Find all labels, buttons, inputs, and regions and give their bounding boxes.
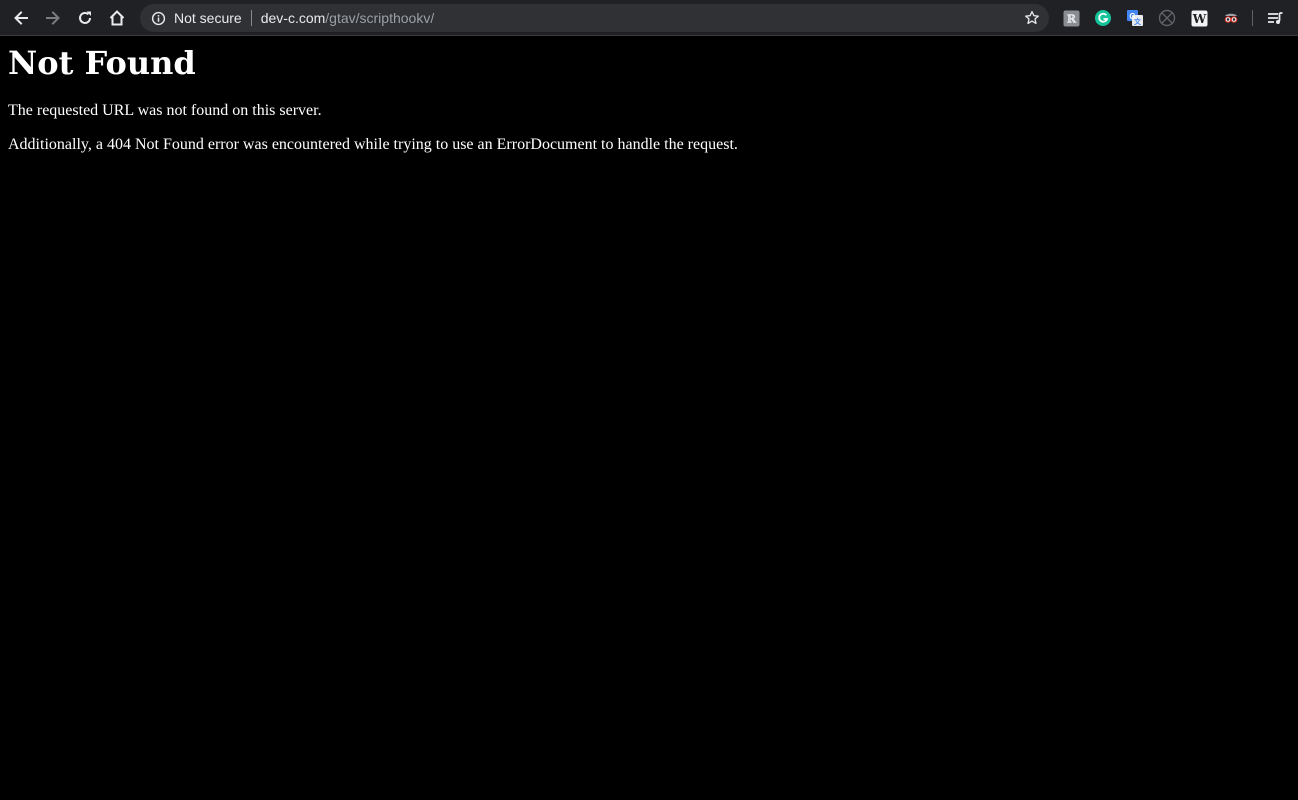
bookmark-star-icon[interactable] (1023, 9, 1041, 27)
page-content: Not Found The requested URL was not foun… (0, 36, 1298, 154)
arrow-right-icon (46, 11, 60, 25)
toolbar-divider (1252, 10, 1253, 26)
wikipedia-icon[interactable]: W (1190, 9, 1208, 27)
arrow-left-icon (14, 11, 28, 25)
address-bar[interactable]: Not secure dev-c.com/gtav/scripthookv/ (140, 4, 1049, 32)
error-message: The requested URL was not found on this … (8, 102, 322, 119)
svg-text:W: W (1191, 12, 1206, 26)
extension-icon[interactable]: ℝ (1062, 9, 1080, 27)
security-status-label[interactable]: Not secure (174, 10, 242, 26)
media-queue-icon[interactable] (1266, 9, 1284, 27)
google-translate-icon[interactable]: G 文 (1126, 9, 1144, 27)
url-path: /gtav/scripthookv/ (325, 10, 435, 26)
omnibox-divider (250, 10, 252, 26)
info-icon[interactable] (150, 10, 166, 26)
home-button[interactable] (105, 6, 129, 30)
additional-error-message: Additionally, a 404 Not Found error was … (8, 136, 738, 153)
back-button[interactable] (9, 6, 33, 30)
grammarly-icon[interactable] (1094, 9, 1112, 27)
svg-text:ℝ: ℝ (1066, 12, 1076, 25)
reload-button[interactable] (73, 6, 97, 30)
disabled-extension-icon[interactable] (1158, 9, 1176, 27)
page-title: Not Found (8, 44, 196, 82)
home-icon (109, 10, 125, 26)
browser-toolbar: Not secure dev-c.com/gtav/scripthookv/ ℝ… (0, 0, 1298, 36)
svg-text:文: 文 (1134, 17, 1142, 26)
forward-button[interactable] (41, 6, 65, 30)
reload-icon (79, 11, 91, 24)
url-text[interactable]: dev-c.com/gtav/scripthookv/ (261, 10, 435, 26)
url-host: dev-c.com (260, 10, 326, 26)
spy-glasses-icon[interactable] (1222, 9, 1240, 27)
